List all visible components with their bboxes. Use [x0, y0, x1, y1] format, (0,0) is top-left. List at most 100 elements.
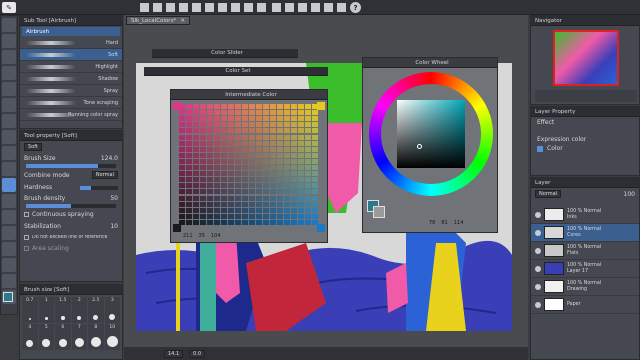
- intermediate-cell[interactable]: [312, 165, 318, 170]
- sub-color-preview[interactable]: [373, 206, 385, 218]
- intermediate-cell[interactable]: [284, 146, 290, 152]
- brush-size-cell[interactable]: 1: [38, 297, 54, 323]
- intermediate-cell[interactable]: [214, 146, 220, 152]
- intermediate-cell[interactable]: [228, 183, 234, 189]
- intermediate-cell[interactable]: [214, 195, 220, 201]
- hardness-row[interactable]: Hardness: [20, 182, 122, 193]
- intermediate-cell[interactable]: [249, 183, 255, 189]
- intermediate-cell[interactable]: [214, 152, 220, 158]
- intermediate-cell[interactable]: [284, 213, 290, 219]
- intermediate-cell[interactable]: [214, 134, 220, 140]
- intermediate-cell[interactable]: [235, 207, 241, 213]
- intermediate-cell[interactable]: [305, 207, 311, 213]
- intermediate-cell[interactable]: [284, 122, 290, 128]
- intermediate-cell[interactable]: [186, 171, 192, 177]
- intermediate-cell[interactable]: [200, 158, 206, 164]
- intermediate-cell[interactable]: [228, 207, 234, 213]
- intermediate-cell[interactable]: [242, 177, 248, 183]
- intermediate-cell[interactable]: [284, 104, 290, 109]
- intermediate-cell[interactable]: [200, 219, 206, 225]
- brush-tool-icon[interactable]: [2, 162, 16, 176]
- sv-cursor[interactable]: [417, 144, 422, 149]
- intermediate-cell[interactable]: [186, 110, 192, 116]
- intermediate-cell[interactable]: [263, 110, 269, 116]
- intermediate-cell[interactable]: [228, 122, 234, 128]
- intermediate-cell[interactable]: [193, 158, 199, 164]
- area-scaling-checkbox[interactable]: [24, 246, 29, 251]
- intermediate-cell[interactable]: [256, 158, 262, 164]
- intermediate-cell[interactable]: [277, 201, 283, 207]
- intermediate-cell[interactable]: [249, 116, 255, 122]
- intermediate-cell[interactable]: [242, 140, 248, 146]
- gradient-tool-icon[interactable]: [2, 258, 16, 272]
- intermediate-cell[interactable]: [270, 171, 276, 177]
- document-tab-close[interactable]: ×: [180, 17, 185, 24]
- intermediate-cell[interactable]: [228, 104, 234, 109]
- intermediate-cell[interactable]: [221, 152, 227, 158]
- intermediate-cell[interactable]: [284, 140, 290, 146]
- intermediate-cell[interactable]: [228, 165, 234, 170]
- intermediate-cell[interactable]: [207, 213, 213, 219]
- intermediate-cell[interactable]: [284, 128, 290, 134]
- intermediate-cell[interactable]: [242, 158, 248, 164]
- intermediate-cell[interactable]: [179, 189, 185, 195]
- intermediate-cell[interactable]: [221, 116, 227, 122]
- intermediate-cell[interactable]: [277, 213, 283, 219]
- intermediate-cell[interactable]: [256, 189, 262, 195]
- intermediate-cell[interactable]: [291, 171, 297, 177]
- intermediate-cell[interactable]: [214, 122, 220, 128]
- navigator-sliders[interactable]: [535, 90, 637, 102]
- layer-visibility-icon[interactable]: [535, 283, 541, 290]
- intermediate-cell[interactable]: [284, 171, 290, 177]
- density-row[interactable]: Brush density 50: [20, 193, 122, 204]
- intermediate-cell[interactable]: [214, 183, 220, 189]
- intermediate-cell[interactable]: [221, 195, 227, 201]
- intermediate-cell[interactable]: [291, 104, 297, 109]
- intermediate-cell[interactable]: [193, 183, 199, 189]
- brush-size-row[interactable]: Brush Size 124.0: [20, 153, 122, 164]
- new-icon[interactable]: [140, 3, 149, 12]
- corner-tl[interactable]: [173, 102, 181, 110]
- eyedropper-tool-icon[interactable]: [2, 114, 16, 128]
- intermediate-cell[interactable]: [256, 146, 262, 152]
- intermediate-cell[interactable]: [186, 128, 192, 134]
- intermediate-cell[interactable]: [228, 201, 234, 207]
- intermediate-cell[interactable]: [186, 213, 192, 219]
- intermediate-cell[interactable]: [312, 152, 318, 158]
- intermediate-cell[interactable]: [179, 122, 185, 128]
- intermediate-cell[interactable]: [235, 128, 241, 134]
- intermediate-cell[interactable]: [200, 213, 206, 219]
- layer-row[interactable]: 100 % Normal Flats: [531, 242, 639, 260]
- intermediate-cell[interactable]: [284, 158, 290, 164]
- intermediate-cell[interactable]: [235, 122, 241, 128]
- auto-select-tool-icon[interactable]: [2, 98, 16, 112]
- intermediate-cell[interactable]: [284, 183, 290, 189]
- intermediate-cell[interactable]: [270, 207, 276, 213]
- intermediate-cell[interactable]: [242, 183, 248, 189]
- intermediate-cell[interactable]: [228, 158, 234, 164]
- intermediate-cell[interactable]: [200, 116, 206, 122]
- angle-value[interactable]: 0.0: [189, 349, 206, 358]
- intermediate-cell[interactable]: [256, 116, 262, 122]
- layer-row[interactable]: 100 % Normal Cores: [531, 224, 639, 242]
- intermediate-cell[interactable]: [193, 201, 199, 207]
- intermediate-cell[interactable]: [305, 177, 311, 183]
- intermediate-cell[interactable]: [249, 128, 255, 134]
- corner-bl[interactable]: [173, 224, 181, 232]
- intermediate-cell[interactable]: [263, 116, 269, 122]
- decoration-tool-icon[interactable]: [2, 194, 16, 208]
- intermediate-cell[interactable]: [214, 189, 220, 195]
- intermediate-cell[interactable]: [207, 152, 213, 158]
- intermediate-cell[interactable]: [298, 158, 304, 164]
- intermediate-cell[interactable]: [291, 183, 297, 189]
- intermediate-cell[interactable]: [312, 213, 318, 219]
- intermediate-cell[interactable]: [179, 140, 185, 146]
- intermediate-cell[interactable]: [200, 171, 206, 177]
- intermediate-cell[interactable]: [312, 207, 318, 213]
- intermediate-cell[interactable]: [263, 177, 269, 183]
- intermediate-cell[interactable]: [256, 122, 262, 128]
- intermediate-cell[interactable]: [263, 134, 269, 140]
- intermediate-cell[interactable]: [200, 152, 206, 158]
- intermediate-cell[interactable]: [284, 219, 290, 225]
- intermediate-cell[interactable]: [263, 158, 269, 164]
